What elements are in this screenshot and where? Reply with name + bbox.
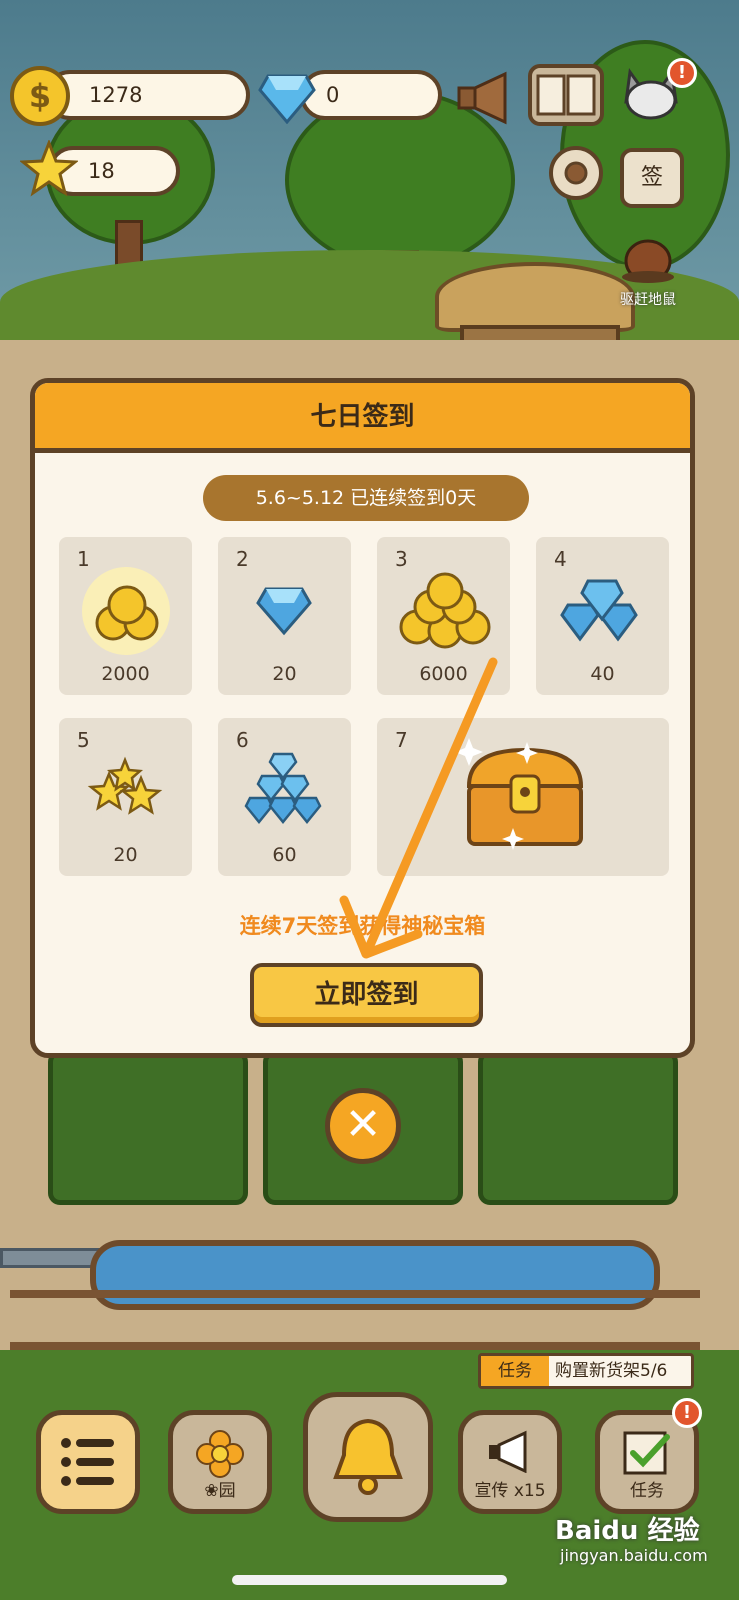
day-reward-value: 6000 [419, 663, 468, 685]
flower-icon [196, 1430, 244, 1478]
treasure-chest-icon [455, 738, 584, 850]
day-card-5[interactable]: 5 20 [59, 718, 192, 876]
megaphone-icon [489, 1430, 527, 1474]
day-reward-value: 40 [590, 663, 615, 685]
megaphone-button[interactable] [455, 70, 517, 126]
coin-pile-icon [399, 572, 491, 649]
cat-alert-badge: ! [667, 58, 697, 88]
megaphone-icon [457, 71, 507, 125]
day-reward-value: 2000 [101, 663, 150, 685]
coin-count: 1278 [89, 83, 143, 107]
tasks-alert-badge: ! [672, 1398, 702, 1428]
gem-icon [256, 587, 312, 636]
day-card-2[interactable]: 2 20 [218, 537, 351, 695]
gear-icon [549, 146, 603, 200]
day-reward-value: 20 [113, 844, 138, 866]
day-card-1[interactable]: 1 2000 [59, 537, 192, 695]
gem-counter: 0 [300, 70, 442, 120]
gem-heap-icon [244, 752, 322, 824]
day-card-7[interactable]: 7 [377, 718, 669, 876]
gem-pile-icon [560, 579, 638, 642]
coin-icon [82, 567, 170, 655]
baidu-watermark-url: jingyan.baidu.com [560, 1546, 708, 1565]
streak-reward-hint: 连续7天签到获得神秘宝箱 [239, 914, 486, 938]
day-card-6[interactable]: 6 60 [218, 718, 351, 876]
star-icon [87, 756, 163, 815]
menu-button[interactable] [36, 1410, 140, 1514]
settings-button[interactable] [545, 142, 607, 204]
task-tag: 任务 [481, 1356, 549, 1386]
day-number: 4 [554, 547, 567, 571]
mole-label: 驱赶地鼠 [620, 292, 676, 308]
day-reward-value: 20 [272, 663, 297, 685]
garden-bed[interactable] [48, 1050, 248, 1205]
book-icon [536, 74, 596, 116]
signin-now-button[interactable]: 立即签到 [250, 963, 483, 1027]
promote-nav-button[interactable]: 宣传 x15 [458, 1410, 562, 1514]
star-count: 18 [88, 159, 115, 183]
day-reward-value: 60 [272, 844, 297, 866]
day-card-4[interactable]: 4 40 [536, 537, 669, 695]
task-progress-text: 购置新货架5/6 [555, 1361, 668, 1381]
bell-nav-button[interactable] [303, 1392, 433, 1522]
nav-label: ❀园 [204, 1481, 236, 1501]
modal-title: 七日签到 [35, 383, 690, 453]
garden-nav-button[interactable]: ❀园 [168, 1410, 272, 1514]
day-card-3[interactable]: 3 6000 [377, 537, 510, 695]
mole-button[interactable]: 驱赶地鼠 [610, 225, 686, 320]
coin-icon: $ [10, 66, 70, 126]
day-number: 7 [395, 728, 408, 752]
star-icon [20, 140, 78, 197]
seven-day-signin-modal: 七日签到 5.6~5.12 已连续签到0天 1 2000 2 20 3 6000… [30, 378, 695, 1058]
signin-calendar-button[interactable]: 签 [620, 148, 684, 208]
book-button[interactable] [528, 64, 604, 126]
nav-label: 任务 [630, 1481, 664, 1501]
close-icon: ✕ [344, 1099, 382, 1150]
bell-icon [333, 1418, 403, 1495]
day-number: 6 [236, 728, 249, 752]
home-indicator[interactable] [232, 1575, 507, 1585]
mole-icon [622, 239, 674, 283]
gem-icon [258, 74, 316, 124]
list-icon [61, 1438, 114, 1486]
checklist-icon [623, 1431, 670, 1475]
coin-counter: 1278 [45, 70, 250, 120]
nav-label: 宣传 x15 [474, 1481, 546, 1501]
day-number: 5 [77, 728, 90, 752]
signin-calendar-label: 签 [640, 165, 663, 190]
day-number: 2 [236, 547, 249, 571]
signin-progress-text: 5.6~5.12 已连续签到0天 [203, 475, 529, 521]
current-task-banner[interactable]: 任务 购置新货架5/6 [478, 1353, 694, 1389]
hut-roof [435, 262, 635, 332]
garden-bed[interactable] [478, 1050, 678, 1205]
fence [10, 1290, 700, 1350]
close-modal-button[interactable]: ✕ [325, 1088, 401, 1164]
day-number: 3 [395, 547, 408, 571]
baidu-watermark: Baidu 经验 [555, 1516, 700, 1546]
gem-count: 0 [326, 83, 340, 107]
